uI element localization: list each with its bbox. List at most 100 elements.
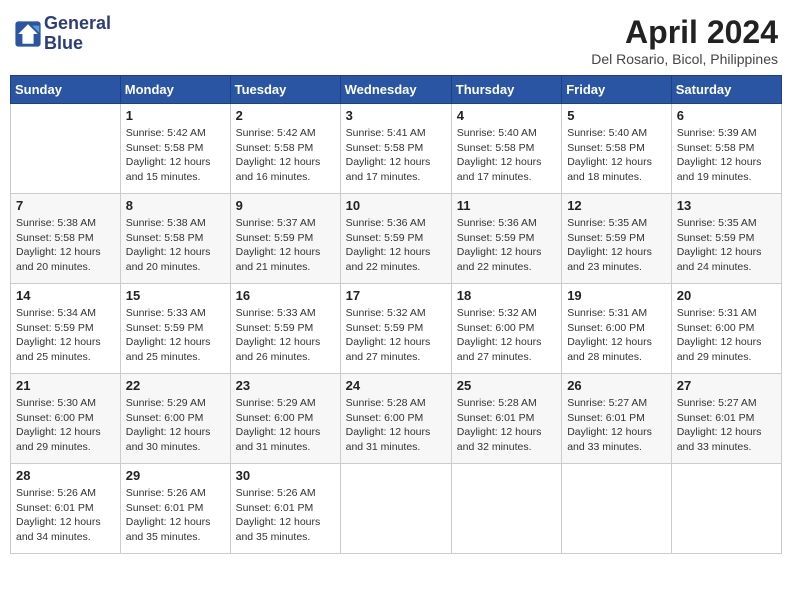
calendar-week-row: 28 Sunrise: 5:26 AM Sunset: 6:01 PM Dayli… (11, 464, 782, 554)
day-info: Sunrise: 5:32 AM Sunset: 5:59 PM Dayligh… (346, 306, 446, 365)
day-number: 25 (457, 378, 556, 393)
calendar-cell: 29Sunrise: 5:26 AM Sunset: 6:01 PM Dayli… (120, 464, 230, 554)
calendar-cell: 25 Sunrise: 5:28 AM Sunset: 6:01 PM Dayli… (451, 374, 561, 464)
day-number: 11 (457, 198, 556, 213)
day-info: Sunrise: 5:42 AM Sunset: 5:58 PM Dayligh… (126, 126, 225, 185)
logo-line2: Blue (44, 34, 111, 54)
calendar-cell: 8 Sunrise: 5:38 AM Sunset: 5:58 PM Daylig… (120, 194, 230, 284)
logo: General Blue (14, 14, 111, 54)
day-info: Sunrise: 5:29 AM Sunset: 6:00 PM Dayligh… (236, 396, 335, 455)
calendar-cell: 10 Sunrise: 5:36 AM Sunset: 5:59 PM Dayli… (340, 194, 451, 284)
day-number: 14 (16, 288, 115, 303)
day-number: 29 (126, 468, 225, 483)
day-info: Sunrise: 5:36 AM Sunset: 5:59 PM Dayligh… (346, 216, 446, 275)
day-info: Sunrise: 5:38 AM Sunset: 5:58 PM Dayligh… (126, 216, 225, 275)
day-number: 8 (126, 198, 225, 213)
day-number: 3 (346, 108, 446, 123)
day-info: Sunrise: 5:37 AM Sunset: 5:59 PM Dayligh… (236, 216, 335, 275)
day-number: 22 (126, 378, 225, 393)
page-header: General Blue April 2024 Del Rosario, Bic… (10, 10, 782, 67)
weekday-header: Friday (562, 76, 672, 104)
day-info: Sunrise: 5:40 AM Sunset: 5:58 PM Dayligh… (567, 126, 666, 185)
day-number: 26 (567, 378, 666, 393)
calendar-week-row: 7 Sunrise: 5:38 AM Sunset: 5:58 PM Daylig… (11, 194, 782, 284)
day-number: 15 (126, 288, 225, 303)
calendar-cell (11, 104, 121, 194)
calendar-cell (340, 464, 451, 554)
day-info: Sunrise: 5:33 AM Sunset: 5:59 PM Dayligh… (126, 306, 225, 365)
day-number: 18 (457, 288, 556, 303)
calendar-week-row: 1 Sunrise: 5:42 AM Sunset: 5:58 PM Daylig… (11, 104, 782, 194)
day-info: Sunrise: 5:41 AM Sunset: 5:58 PM Dayligh… (346, 126, 446, 185)
calendar-week-row: 14Sunrise: 5:34 AM Sunset: 5:59 PM Dayli… (11, 284, 782, 374)
day-number: 30 (236, 468, 335, 483)
day-info: Sunrise: 5:39 AM Sunset: 5:58 PM Dayligh… (677, 126, 776, 185)
weekday-header: Thursday (451, 76, 561, 104)
day-info: Sunrise: 5:40 AM Sunset: 5:58 PM Dayligh… (457, 126, 556, 185)
day-number: 20 (677, 288, 776, 303)
calendar-cell: 18 Sunrise: 5:32 AM Sunset: 6:00 PM Dayli… (451, 284, 561, 374)
weekday-header: Monday (120, 76, 230, 104)
title-block: April 2024 Del Rosario, Bicol, Philippin… (591, 14, 778, 67)
calendar-week-row: 21Sunrise: 5:30 AM Sunset: 6:00 PM Dayli… (11, 374, 782, 464)
day-number: 7 (16, 198, 115, 213)
day-info: Sunrise: 5:35 AM Sunset: 5:59 PM Dayligh… (567, 216, 666, 275)
day-info: Sunrise: 5:27 AM Sunset: 6:01 PM Dayligh… (567, 396, 666, 455)
day-number: 24 (346, 378, 446, 393)
day-info: Sunrise: 5:26 AM Sunset: 6:01 PM Dayligh… (236, 486, 335, 545)
day-info: Sunrise: 5:35 AM Sunset: 5:59 PM Dayligh… (677, 216, 776, 275)
calendar-cell: 28 Sunrise: 5:26 AM Sunset: 6:01 PM Dayli… (11, 464, 121, 554)
calendar-table: SundayMondayTuesdayWednesdayThursdayFrid… (10, 75, 782, 554)
calendar-cell: 1 Sunrise: 5:42 AM Sunset: 5:58 PM Daylig… (120, 104, 230, 194)
calendar-cell: 23 Sunrise: 5:29 AM Sunset: 6:00 PM Dayli… (230, 374, 340, 464)
calendar-cell: 21Sunrise: 5:30 AM Sunset: 6:00 PM Dayli… (11, 374, 121, 464)
day-info: Sunrise: 5:33 AM Sunset: 5:59 PM Dayligh… (236, 306, 335, 365)
day-info: Sunrise: 5:38 AM Sunset: 5:58 PM Dayligh… (16, 216, 115, 275)
day-info: Sunrise: 5:42 AM Sunset: 5:58 PM Dayligh… (236, 126, 335, 185)
day-number: 10 (346, 198, 446, 213)
day-number: 28 (16, 468, 115, 483)
calendar-cell: 19 Sunrise: 5:31 AM Sunset: 6:00 PM Dayli… (562, 284, 672, 374)
calendar-cell: 11 Sunrise: 5:36 AM Sunset: 5:59 PM Dayli… (451, 194, 561, 284)
calendar-cell: 3 Sunrise: 5:41 AM Sunset: 5:58 PM Daylig… (340, 104, 451, 194)
day-number: 5 (567, 108, 666, 123)
month-title: April 2024 (591, 14, 778, 51)
calendar-cell: 26 Sunrise: 5:27 AM Sunset: 6:01 PM Dayli… (562, 374, 672, 464)
calendar-cell (671, 464, 781, 554)
day-info: Sunrise: 5:28 AM Sunset: 6:01 PM Dayligh… (457, 396, 556, 455)
day-number: 27 (677, 378, 776, 393)
day-info: Sunrise: 5:36 AM Sunset: 5:59 PM Dayligh… (457, 216, 556, 275)
day-number: 23 (236, 378, 335, 393)
day-info: Sunrise: 5:31 AM Sunset: 6:00 PM Dayligh… (677, 306, 776, 365)
calendar-cell: 9 Sunrise: 5:37 AM Sunset: 5:59 PM Daylig… (230, 194, 340, 284)
day-number: 6 (677, 108, 776, 123)
logo-line1: General (44, 14, 111, 34)
day-number: 16 (236, 288, 335, 303)
calendar-cell: 2 Sunrise: 5:42 AM Sunset: 5:58 PM Daylig… (230, 104, 340, 194)
calendar-cell: 5 Sunrise: 5:40 AM Sunset: 5:58 PM Daylig… (562, 104, 672, 194)
calendar-cell: 15 Sunrise: 5:33 AM Sunset: 5:59 PM Dayli… (120, 284, 230, 374)
location: Del Rosario, Bicol, Philippines (591, 51, 778, 67)
day-number: 2 (236, 108, 335, 123)
day-number: 21 (16, 378, 115, 393)
day-number: 9 (236, 198, 335, 213)
calendar-cell (562, 464, 672, 554)
calendar-cell: 13 Sunrise: 5:35 AM Sunset: 5:59 PM Dayli… (671, 194, 781, 284)
weekday-header: Saturday (671, 76, 781, 104)
calendar-cell: 24Sunrise: 5:28 AM Sunset: 6:00 PM Dayli… (340, 374, 451, 464)
day-info: Sunrise: 5:26 AM Sunset: 6:01 PM Dayligh… (16, 486, 115, 545)
calendar-cell: 30 Sunrise: 5:26 AM Sunset: 6:01 PM Dayli… (230, 464, 340, 554)
day-number: 19 (567, 288, 666, 303)
calendar-cell: 14Sunrise: 5:34 AM Sunset: 5:59 PM Dayli… (11, 284, 121, 374)
day-number: 17 (346, 288, 446, 303)
day-number: 13 (677, 198, 776, 213)
day-number: 12 (567, 198, 666, 213)
calendar-cell: 4Sunrise: 5:40 AM Sunset: 5:58 PM Daylig… (451, 104, 561, 194)
day-info: Sunrise: 5:32 AM Sunset: 6:00 PM Dayligh… (457, 306, 556, 365)
calendar-header-row: SundayMondayTuesdayWednesdayThursdayFrid… (11, 76, 782, 104)
calendar-cell: 16 Sunrise: 5:33 AM Sunset: 5:59 PM Dayli… (230, 284, 340, 374)
day-info: Sunrise: 5:31 AM Sunset: 6:00 PM Dayligh… (567, 306, 666, 365)
calendar-cell: 7 Sunrise: 5:38 AM Sunset: 5:58 PM Daylig… (11, 194, 121, 284)
day-info: Sunrise: 5:27 AM Sunset: 6:01 PM Dayligh… (677, 396, 776, 455)
day-number: 1 (126, 108, 225, 123)
